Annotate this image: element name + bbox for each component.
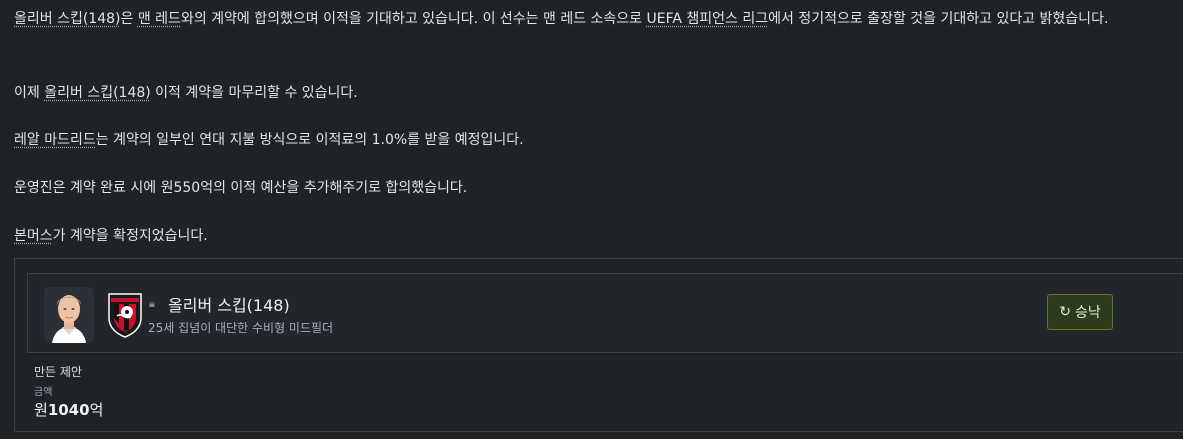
news-paragraph-agreement: 올리버 스킵(148)은 맨 레드와의 계약에 합의했으며 이적을 기대하고 있… (14, 11, 1109, 27)
player-link[interactable]: 올리버 스킵(148) (44, 85, 151, 101)
news-paragraph-solidarity: 레알 마드리드는 계약의 일부인 연대 지불 방식으로 이적료의 1.0%를 받… (14, 132, 524, 148)
accept-button[interactable]: ↻ 승낙 (1047, 294, 1113, 330)
player-summary-row: 🔒︎ 올리버 스킵(148) 25세 집념이 대단한 수비형 미드필더 ↻ 승낙 (27, 273, 1183, 353)
club-link-man-red[interactable]: 맨 레드 (138, 11, 181, 27)
player-avatar[interactable] (44, 287, 94, 343)
news-paragraph-confirmed: 본머스가 계약을 확정지었습니다. (14, 228, 208, 244)
offer-amount: 원1040억 (34, 401, 104, 419)
club-link-bournemouth[interactable]: 본머스 (14, 228, 53, 244)
accept-button-label: 승낙 (1074, 305, 1101, 321)
club-link-real-madrid[interactable]: 레알 마드리드 (14, 132, 96, 148)
player-name[interactable]: 올리버 스킵(148) (168, 292, 290, 316)
transfer-news-page: 올리버 스킵(148)은 맨 레드와의 계약에 합의했으며 이적을 기대하고 있… (0, 0, 1183, 439)
refresh-icon: ↻ (1059, 304, 1071, 320)
transfer-offer-card: 🔒︎ 올리버 스킵(148) 25세 집념이 대단한 수비형 미드필더 ↻ 승낙… (14, 258, 1183, 432)
offer-title: 만든 제안 (34, 365, 82, 379)
lock-icon: 🔒︎ (149, 297, 155, 310)
competition-link[interactable]: UEFA 챔피언스 리그 (647, 11, 769, 27)
offer-amount-value: 1040 (47, 401, 90, 419)
player-description: 25세 집념이 대단한 수비형 미드필더 (148, 321, 334, 335)
news-paragraph-finalize: 이제 올리버 스킵(148) 이적 계약을 마무리할 수 있습니다. (14, 85, 358, 101)
club-crest-icon[interactable] (105, 290, 145, 338)
amount-label: 금액 (34, 387, 53, 398)
player-link[interactable]: 올리버 스킵(148) (14, 11, 121, 27)
news-paragraph-budget: 운영진은 계약 완료 시에 원550억의 이적 예산을 추가해주기로 합의했습니… (14, 180, 468, 196)
